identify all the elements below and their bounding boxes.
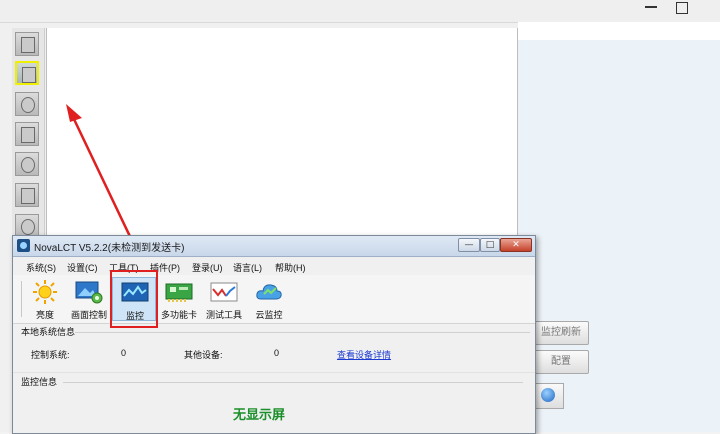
control-system-value: 0 [121, 348, 127, 358]
tool-button-3[interactable] [15, 92, 39, 116]
menu-bar: 系统(S) 设置(C) 工具(T) 插件(P) 登录(U) 语言(L) 帮助(H… [13, 257, 535, 275]
tool-button-4[interactable] [15, 122, 39, 146]
close-icon[interactable] [705, 0, 715, 14]
cloud-monitor-icon [256, 284, 282, 300]
toolbar-cloud-monitor-button[interactable]: 云监控 [247, 277, 291, 321]
monitor-icon [121, 282, 149, 302]
section-divider [75, 332, 530, 333]
menu-help[interactable]: 帮助(H) [275, 261, 306, 274]
menu-plugins[interactable]: 插件(P) [150, 261, 180, 274]
toolbar-cloud-monitor-label: 云监控 [255, 310, 283, 320]
dialog-minimize-button[interactable]: — [458, 238, 480, 252]
tool-button-1[interactable] [15, 32, 39, 56]
menu-language[interactable]: 语言(L) [233, 261, 262, 274]
toolbar-test-tool-button[interactable]: 测试工具 [202, 277, 246, 321]
dialog-maximize-button[interactable]: □ [480, 238, 500, 252]
other-devices-value: 0 [274, 348, 280, 358]
screen-control-icon [75, 281, 103, 304]
multifunction-card-icon [165, 283, 193, 302]
monitor-refresh-button[interactable]: 监控刷新 [533, 321, 589, 345]
section-divider [13, 372, 535, 373]
tool-glyph-icon [21, 127, 35, 143]
no-display-status: 无显示屏 [233, 408, 286, 423]
section-divider [63, 382, 523, 383]
config-button[interactable]: 配置 [533, 350, 589, 374]
local-info-heading: 本地系统信息 [21, 327, 76, 337]
monitor-info-heading: 监控信息 [21, 377, 58, 387]
tool-glyph-icon [21, 188, 35, 204]
toolbar-brightness-button[interactable]: 亮度 [23, 277, 67, 321]
main-toolbar: 亮度 画面控制 监控 多功能卡 测试工具 云监控 [13, 275, 535, 324]
tool-glyph-icon [21, 97, 35, 113]
menu-settings[interactable]: 设置(C) [67, 261, 98, 274]
tool-button-active[interactable] [15, 61, 39, 85]
maximize-icon[interactable] [676, 2, 688, 14]
tool-button-5[interactable] [15, 152, 39, 176]
novalct-dialog: NovaLCT V5.2.2(未检测到发送卡) — □ ✕ 系统(S) 设置(C… [12, 235, 536, 434]
tool-glyph-icon [22, 67, 36, 83]
view-device-details-link[interactable]: 查看设备详情 [337, 348, 391, 361]
menu-system[interactable]: 系统(S) [26, 261, 56, 274]
minimize-icon[interactable] [645, 6, 657, 8]
control-system-label: 控制系统: [31, 350, 70, 360]
minimize-icon: — [464, 240, 474, 250]
background-title-bar [0, 0, 720, 23]
globe-icon [541, 388, 555, 402]
fan-icon [21, 219, 35, 235]
novalct-logo-icon [17, 239, 30, 252]
tool-glyph-icon [21, 37, 35, 53]
tool-button-6[interactable] [15, 183, 39, 207]
dialog-title-bar: NovaLCT V5.2.2(未检测到发送卡) — □ ✕ [13, 236, 535, 257]
dialog-title: NovaLCT V5.2.2(未检测到发送卡) [34, 243, 185, 254]
toolbar-monitor-button[interactable]: 监控 [112, 277, 156, 321]
toolbar-multifunction-card-button[interactable]: 多功能卡 [157, 277, 201, 321]
maximize-icon: □ [485, 240, 495, 250]
toolbar-screen-control-label: 画面控制 [70, 310, 107, 320]
globe-button[interactable] [534, 383, 564, 409]
other-devices-label: 其他设备: [184, 350, 223, 360]
right-panel-header [518, 22, 720, 40]
toolbar-screen-control-button[interactable]: 画面控制 [67, 277, 111, 321]
close-icon: ✕ [512, 240, 520, 250]
menu-tools[interactable]: 工具(T) [109, 261, 139, 274]
brightness-icon [33, 280, 57, 304]
tool-glyph-icon [21, 157, 35, 173]
test-tool-icon [210, 282, 238, 302]
dialog-close-button[interactable]: ✕ [500, 238, 532, 252]
menu-login[interactable]: 登录(U) [192, 261, 223, 274]
